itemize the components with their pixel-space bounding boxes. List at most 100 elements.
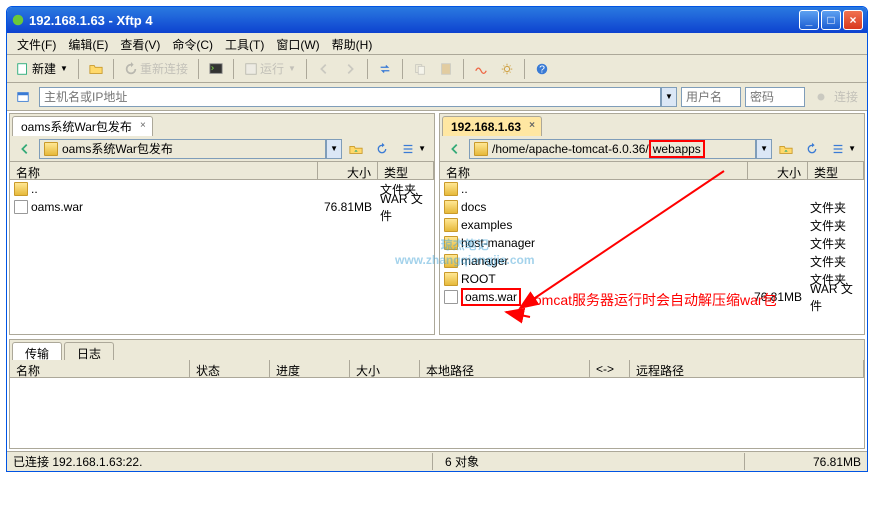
- menu-window[interactable]: 窗口(W): [270, 33, 325, 54]
- tab-log[interactable]: 日志: [64, 342, 114, 360]
- menu-edit[interactable]: 编辑(E): [62, 33, 114, 54]
- tool-button-1[interactable]: [469, 58, 493, 80]
- list-item[interactable]: docs文件夹: [440, 198, 864, 216]
- nav-forward-button[interactable]: [338, 58, 362, 80]
- col-name[interactable]: 名称: [10, 162, 318, 179]
- connect-button[interactable]: 连接: [809, 86, 863, 108]
- username-input[interactable]: [681, 87, 741, 107]
- host-dropdown-button[interactable]: ▼: [661, 87, 677, 107]
- run-icon: [244, 62, 258, 76]
- separator: [113, 59, 114, 79]
- menu-command[interactable]: 命令(C): [166, 33, 219, 54]
- help-icon: ?: [535, 62, 549, 76]
- window-icon: [16, 90, 30, 104]
- copy-icon: [413, 62, 427, 76]
- nav-back-button[interactable]: [312, 58, 336, 80]
- local-view-button[interactable]: ▼: [396, 138, 431, 160]
- paste-button[interactable]: [434, 58, 458, 80]
- terminal-icon: [209, 62, 223, 76]
- local-tab[interactable]: oams系统War包发布×: [12, 116, 153, 136]
- open-button[interactable]: [84, 58, 108, 80]
- terminal-button[interactable]: [204, 58, 228, 80]
- hostbar-icon-button[interactable]: [11, 86, 35, 108]
- local-up-button[interactable]: [344, 138, 368, 160]
- xcol-local[interactable]: 本地路径: [420, 360, 590, 377]
- list-item[interactable]: oams.war 76.81MB WAR 文件: [10, 198, 434, 216]
- sync-button[interactable]: [373, 58, 397, 80]
- tool-button-2[interactable]: [495, 58, 519, 80]
- remote-path-input[interactable]: /home/apache-tomcat-6.0.36/webapps: [469, 139, 756, 159]
- remote-refresh-button[interactable]: [800, 138, 824, 160]
- remote-tab[interactable]: 192.168.1.63×: [442, 116, 542, 136]
- col-size[interactable]: 大小: [748, 162, 808, 179]
- col-name[interactable]: 名称: [440, 162, 748, 179]
- run-button[interactable]: 运行▼: [239, 58, 301, 80]
- separator: [524, 59, 525, 79]
- separator: [367, 59, 368, 79]
- col-type[interactable]: 类型: [378, 162, 434, 179]
- transfer-list[interactable]: [10, 378, 864, 448]
- xcol-progress[interactable]: 进度: [270, 360, 350, 377]
- copy-button[interactable]: [408, 58, 432, 80]
- tab-close-button[interactable]: ×: [526, 120, 538, 132]
- minimize-button[interactable]: _: [799, 10, 819, 30]
- toolbar: 新建▼ 重新连接 运行▼ ?: [7, 55, 867, 83]
- password-input[interactable]: [745, 87, 805, 107]
- list-item[interactable]: ROOT文件夹: [440, 270, 864, 288]
- tab-transfer[interactable]: 传输: [12, 342, 62, 360]
- col-size[interactable]: 大小: [318, 162, 378, 179]
- chevron-down-icon: ▼: [760, 144, 768, 153]
- nav-back-remote[interactable]: [443, 138, 467, 160]
- xcol-dir[interactable]: <->: [590, 360, 630, 377]
- xcol-remote[interactable]: 远程路径: [630, 360, 864, 377]
- remote-up-button[interactable]: [774, 138, 798, 160]
- maximize-button[interactable]: □: [821, 10, 841, 30]
- list-item[interactable]: manager文件夹: [440, 252, 864, 270]
- arrow-left-icon: [448, 142, 462, 156]
- remote-file-list[interactable]: .. docs文件夹 examples文件夹 host-manager文件夹 m…: [440, 180, 864, 334]
- separator: [306, 59, 307, 79]
- window-title: 192.168.1.63 - Xftp 4: [29, 13, 799, 28]
- nav-back-local[interactable]: [13, 138, 37, 160]
- help-button[interactable]: ?: [530, 58, 554, 80]
- list-item[interactable]: examples文件夹: [440, 216, 864, 234]
- xcol-name[interactable]: 名称: [10, 360, 190, 377]
- menubar: 文件(F) 编辑(E) 查看(V) 命令(C) 工具(T) 窗口(W) 帮助(H…: [7, 33, 867, 55]
- file-icon: [14, 200, 28, 214]
- tab-close-button[interactable]: ×: [137, 120, 149, 132]
- local-refresh-button[interactable]: [370, 138, 394, 160]
- local-path-dropdown[interactable]: ▼: [326, 139, 342, 159]
- menu-file[interactable]: 文件(F): [11, 33, 62, 54]
- host-input[interactable]: [39, 87, 661, 107]
- xcol-status[interactable]: 状态: [190, 360, 270, 377]
- titlebar[interactable]: 192.168.1.63 - Xftp 4 _ □ ×: [7, 7, 867, 33]
- folder-icon: [89, 62, 103, 76]
- reconnect-button[interactable]: 重新连接: [119, 58, 193, 80]
- list-item[interactable]: ..: [440, 180, 864, 198]
- folder-icon: [444, 254, 458, 268]
- col-type[interactable]: 类型: [808, 162, 864, 179]
- transfer-area: 传输 日志 名称 状态 进度 大小 本地路径 <-> 远程路径: [9, 339, 865, 449]
- local-list-header: 名称 大小 类型: [10, 162, 434, 180]
- list-item[interactable]: host-manager文件夹: [440, 234, 864, 252]
- menu-tools[interactable]: 工具(T): [219, 33, 270, 54]
- transfer-header: 名称 状态 进度 大小 本地路径 <-> 远程路径: [10, 360, 864, 378]
- arrow-right-icon: [343, 62, 357, 76]
- list-item[interactable]: .. 文件夹: [10, 180, 434, 198]
- xcol-size[interactable]: 大小: [350, 360, 420, 377]
- remote-path-dropdown[interactable]: ▼: [756, 139, 772, 159]
- folder-icon: [444, 182, 458, 196]
- chevron-down-icon: ▼: [330, 144, 338, 153]
- new-button[interactable]: 新建▼: [11, 58, 73, 80]
- separator: [402, 59, 403, 79]
- folder-icon: [44, 142, 58, 156]
- close-button[interactable]: ×: [843, 10, 863, 30]
- gear-icon: [500, 62, 514, 76]
- menu-view[interactable]: 查看(V): [114, 33, 166, 54]
- local-file-list[interactable]: .. 文件夹 oams.war 76.81MB WAR 文件: [10, 180, 434, 334]
- folder-up-icon: [349, 142, 363, 156]
- remote-view-button[interactable]: ▼: [826, 138, 861, 160]
- new-icon: [16, 62, 30, 76]
- menu-help[interactable]: 帮助(H): [326, 33, 379, 54]
- local-path-input[interactable]: oams系统War包发布: [39, 139, 326, 159]
